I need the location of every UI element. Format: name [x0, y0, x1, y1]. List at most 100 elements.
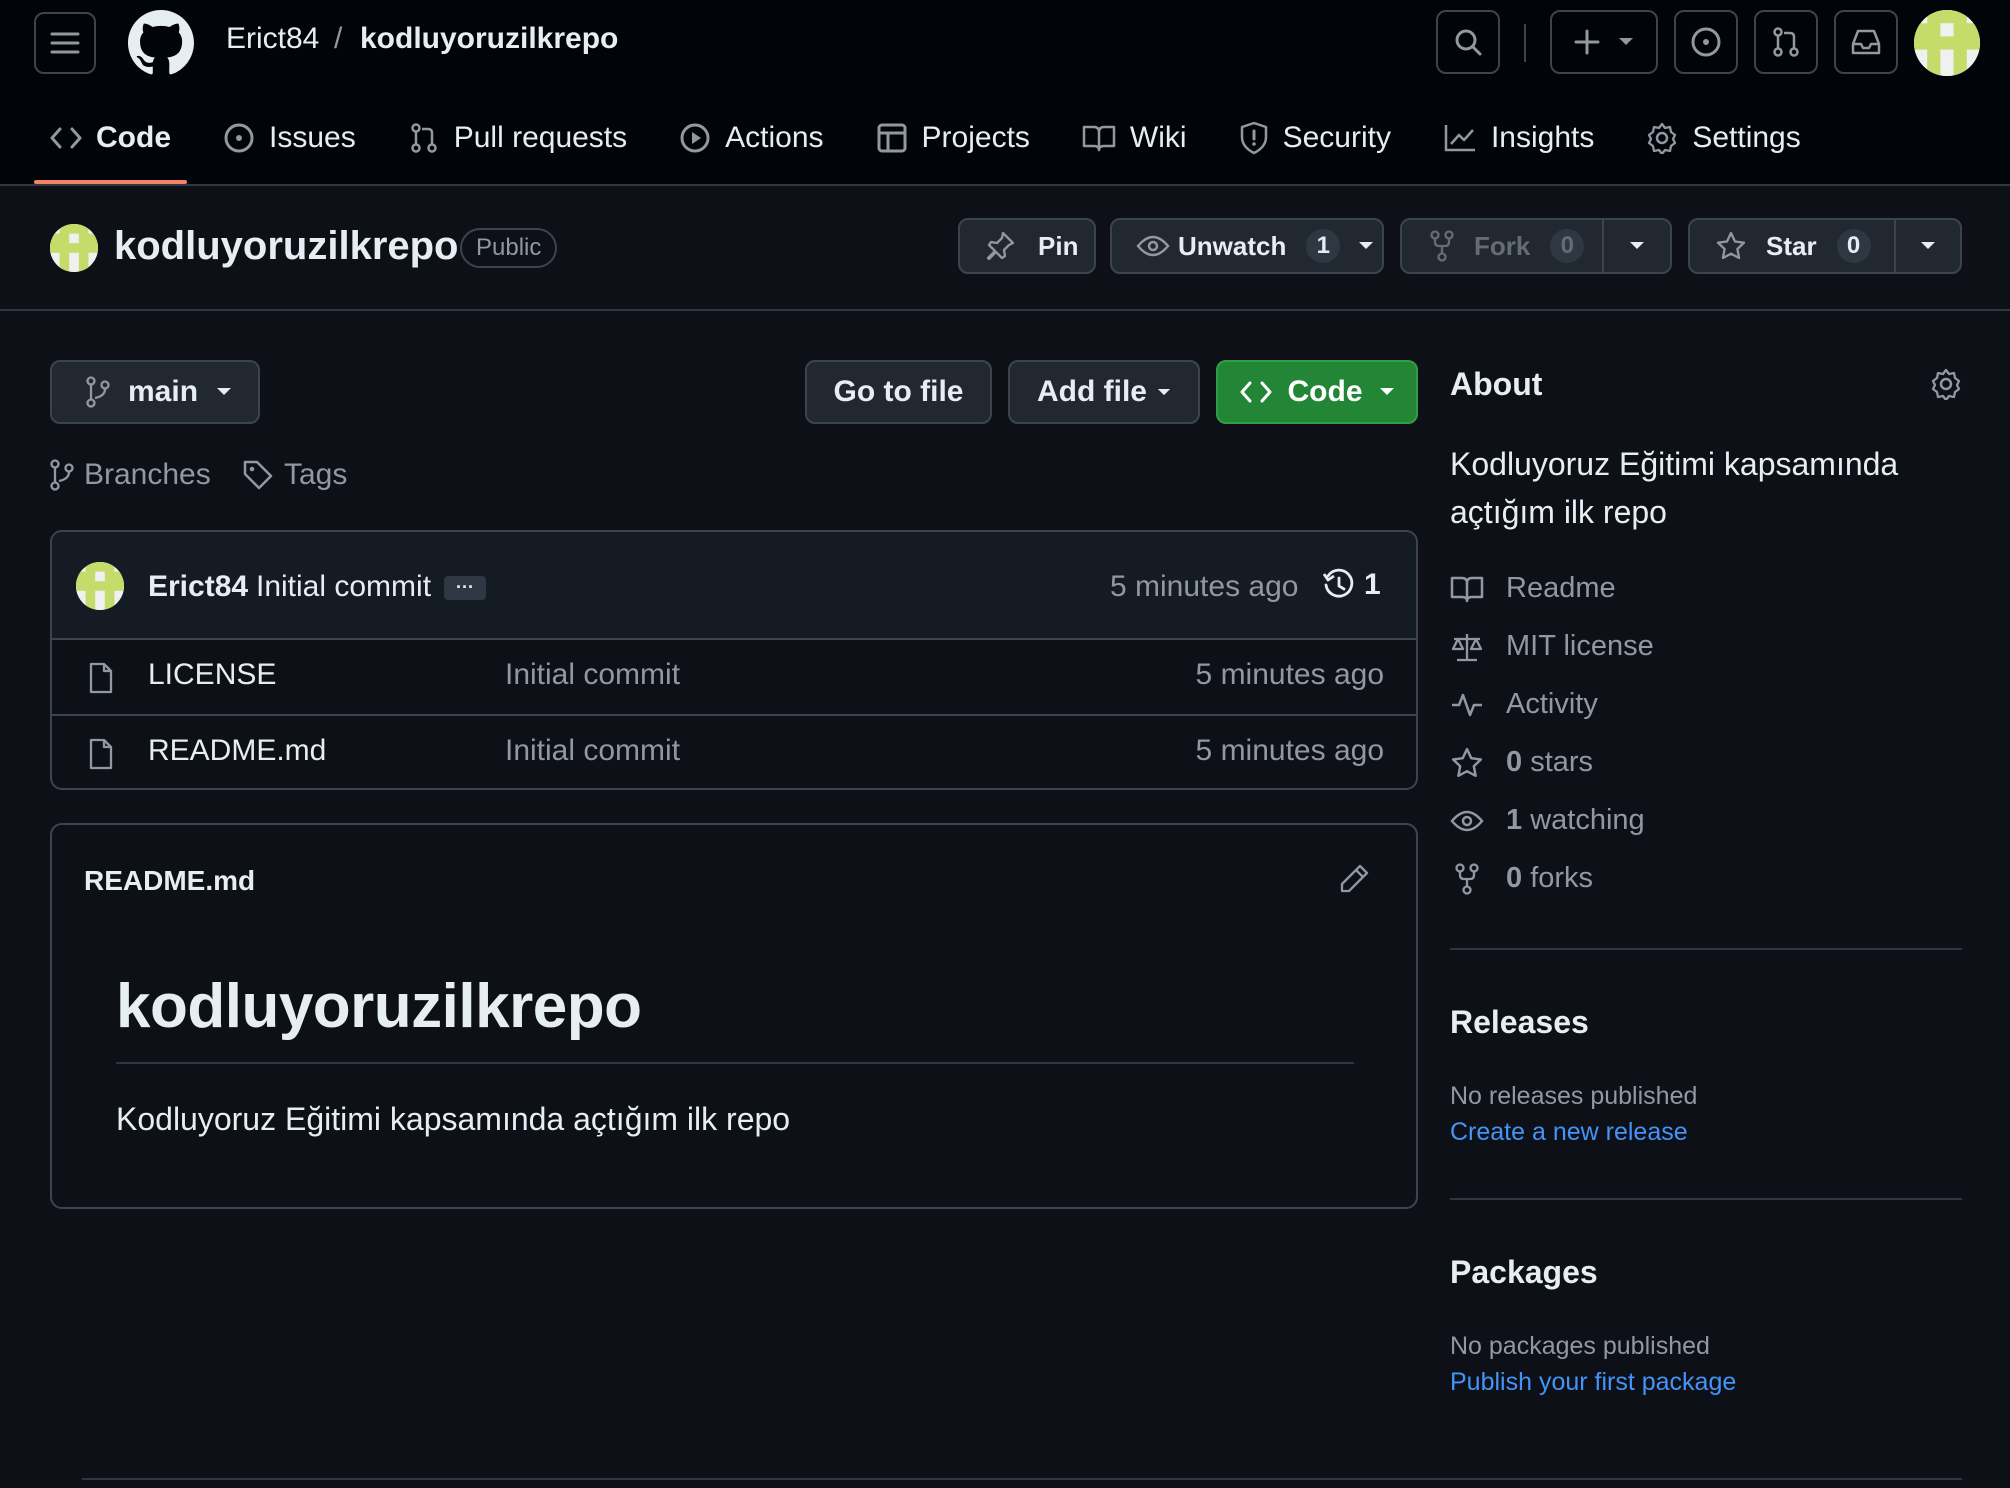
fork-counter: 0 [1550, 229, 1585, 263]
repo-header: kodluyoruzilkrepo Public Pin Unwatch 1 F… [0, 186, 2010, 311]
branch-icon [86, 376, 110, 408]
visibility-badge: Public [460, 228, 558, 268]
search-icon [1455, 29, 1482, 56]
branches-label: Branches [84, 458, 211, 491]
license-link-label: MIT license [1506, 630, 1654, 662]
tab-wiki[interactable]: Wiki [1066, 110, 1203, 166]
chevron-down-icon [217, 388, 232, 395]
pull-requests-button[interactable] [1754, 10, 1818, 74]
tab-insights[interactable]: Insights [1427, 110, 1610, 166]
commit-message[interactable]: Initial commit [256, 570, 431, 604]
fork-icon [1430, 230, 1454, 262]
sidebar-divider [1450, 948, 1962, 950]
readme-filename[interactable]: README.md [84, 865, 255, 897]
pull-request-icon [1773, 27, 1799, 57]
branch-selector[interactable]: main [50, 360, 260, 424]
file-browser: Erict84 Initial commit ··· 5 minutes ago… [50, 530, 1418, 790]
license-link[interactable]: MIT license [1450, 630, 1654, 663]
user-avatar[interactable] [1914, 10, 1980, 76]
releases-heading[interactable]: Releases [1450, 1004, 1589, 1041]
about-heading: About [1450, 366, 1543, 402]
gear-icon[interactable] [1930, 368, 1962, 400]
pin-button[interactable]: Pin [958, 218, 1096, 274]
commit-author-avatar[interactable] [76, 562, 124, 610]
packages-empty-text: No packages published [1450, 1332, 1710, 1360]
chevron-down-icon [1630, 242, 1644, 249]
tag-icon [243, 460, 273, 490]
tab-projects[interactable]: Projects [860, 110, 1046, 166]
repo-name[interactable]: kodluyoruzilkrepo [114, 224, 459, 269]
forks-link[interactable]: 0 forks [1450, 862, 1593, 895]
tab-code[interactable]: Code [34, 110, 187, 184]
tab-label: Settings [1692, 121, 1801, 154]
sidebar-divider [1450, 1198, 1962, 1200]
code-label: Code [1287, 375, 1363, 408]
issues-button[interactable] [1674, 10, 1738, 74]
file-commit-message[interactable]: Initial commit [505, 658, 680, 692]
book-icon [1082, 125, 1116, 152]
owner-avatar[interactable] [50, 224, 98, 272]
plus-icon [1574, 29, 1600, 55]
forks-label: forks [1530, 862, 1594, 894]
issue-icon [1691, 27, 1721, 57]
file-icon [89, 738, 113, 770]
tab-label: Code [96, 121, 171, 154]
add-file-button[interactable]: Add file [1008, 360, 1200, 424]
fork-dropdown[interactable] [1604, 241, 1670, 251]
tags-link[interactable]: Tags [242, 458, 347, 492]
latest-commit: Erict84 Initial commit ··· 5 minutes ago… [52, 532, 1416, 640]
pencil-icon[interactable] [1338, 863, 1370, 895]
create-release-link[interactable]: Create a new release [1450, 1118, 1688, 1147]
star-counter: 0 [1836, 229, 1871, 263]
gear-icon [1648, 122, 1677, 154]
create-new-button[interactable] [1550, 10, 1658, 74]
tab-label: Wiki [1129, 121, 1187, 154]
menu-button[interactable] [34, 12, 96, 74]
tab-label: Actions [725, 121, 824, 154]
readme-link[interactable]: Readme [1450, 572, 1616, 605]
stars-count: 0 [1506, 746, 1523, 778]
chevron-down-icon [1921, 242, 1935, 249]
pin-label: Pin [1038, 230, 1079, 261]
tab-settings[interactable]: Settings [1630, 110, 1816, 166]
readme-panel: README.md kodluyoruzilkrepo Kodluyoruz E… [50, 823, 1418, 1209]
tab-issues[interactable]: Issues [207, 110, 372, 166]
file-row[interactable]: README.md Initial commit 5 minutes ago [52, 714, 1416, 788]
inbox-button[interactable] [1834, 10, 1898, 74]
activity-link[interactable]: Activity [1450, 688, 1598, 721]
file-commit-message[interactable]: Initial commit [505, 734, 680, 768]
watching-link[interactable]: 1 watching [1450, 804, 1645, 837]
fork-button[interactable]: Fork 0 [1400, 218, 1672, 274]
hamburger-icon [50, 32, 80, 54]
star-button[interactable]: Star 0 [1688, 218, 1962, 274]
tab-label: Issues [269, 121, 356, 154]
packages-heading[interactable]: Packages [1450, 1254, 1598, 1291]
unwatch-label: Unwatch [1178, 230, 1287, 261]
branches-link[interactable]: Branches [50, 458, 211, 492]
github-logo-icon[interactable] [128, 10, 194, 76]
file-name[interactable]: README.md [148, 734, 326, 768]
commit-expand-button[interactable]: ··· [444, 576, 486, 600]
tab-security[interactable]: Security [1223, 110, 1407, 166]
go-to-file-label: Go to file [833, 375, 964, 408]
pull-request-icon [410, 123, 437, 153]
code-button[interactable]: Code [1216, 360, 1418, 424]
commit-author[interactable]: Erict84 [148, 570, 248, 604]
unwatch-button[interactable]: Unwatch 1 [1110, 218, 1384, 274]
file-name[interactable]: LICENSE [148, 658, 276, 692]
commit-history-link[interactable]: 1 [1322, 568, 1381, 602]
tab-actions[interactable]: Actions [663, 110, 839, 166]
breadcrumb-owner[interactable]: Erict84 [226, 22, 319, 56]
go-to-file-button[interactable]: Go to file [805, 360, 992, 424]
breadcrumb-repo[interactable]: kodluyoruzilkrepo [360, 22, 618, 56]
branch-icon [50, 459, 74, 491]
search-button[interactable] [1436, 10, 1500, 74]
stars-link[interactable]: 0 stars [1450, 746, 1593, 779]
tab-pull-requests[interactable]: Pull requests [392, 110, 643, 166]
history-icon [1322, 568, 1354, 598]
publish-package-link[interactable]: Publish your first package [1450, 1368, 1736, 1397]
file-row[interactable]: LICENSE Initial commit 5 minutes ago [52, 640, 1416, 714]
pin-icon [986, 231, 1015, 261]
star-dropdown[interactable] [1896, 241, 1960, 251]
star-icon [1716, 231, 1746, 260]
